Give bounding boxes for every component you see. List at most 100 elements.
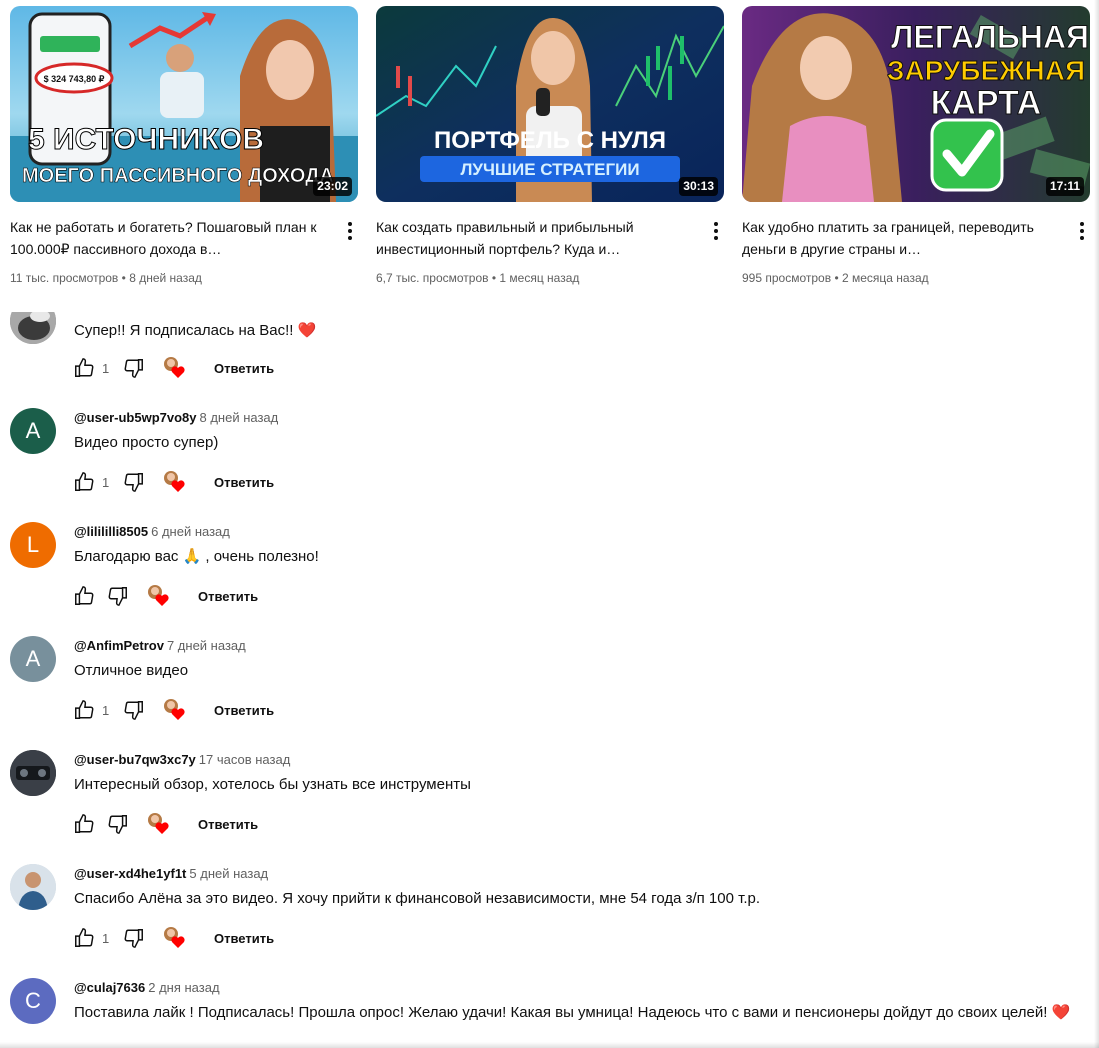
video-thumbnail[interactable]: ЛЕГАЛЬНАЯ ЗАРУБЕЖНАЯ КАРТА 17:11 — [742, 6, 1090, 202]
avatar-letter: A — [25, 646, 41, 671]
comment-time[interactable]: 8 дней назад — [200, 410, 279, 425]
thumbs-down-icon[interactable] — [122, 926, 146, 950]
thumbs-up-icon[interactable] — [72, 470, 96, 494]
svg-text:ЛЕГАЛЬНАЯ: ЛЕГАЛЬНАЯ — [891, 19, 1089, 55]
avatar[interactable]: L — [10, 522, 56, 568]
comment-header: @lilililli8505 6 дней назад — [74, 524, 230, 539]
thumbs-up-icon[interactable] — [72, 356, 96, 380]
thumbs-down-icon[interactable] — [106, 812, 130, 836]
comment-text: Благодарю вас 🙏 , очень полезно! — [74, 548, 319, 565]
comment-author[interactable]: @user-bu7qw3xc7y — [74, 752, 196, 767]
comment-author[interactable]: @AnfimPetrov — [74, 638, 164, 653]
avatar[interactable] — [10, 312, 56, 344]
thumbs-up-icon[interactable] — [72, 698, 96, 722]
avatar[interactable]: A — [10, 408, 56, 454]
comment-header: @culaj7636 2 дня назад — [74, 980, 220, 995]
video-thumbnail[interactable]: $ 324 743,80 ₽ 5 ИСТОЧНИКОВ МОЕГО ПАССИВ… — [10, 6, 358, 202]
video-views: 6,7 тыс. просмотров — [376, 271, 489, 285]
creator-heart-icon — [162, 698, 188, 722]
video-age: 8 дней назад — [129, 271, 202, 285]
svg-text:КАРТА: КАРТА — [931, 84, 1042, 122]
comment-author[interactable]: @lilililli8505 — [74, 524, 148, 539]
comment-text: Отличное видео — [74, 662, 189, 679]
video-card[interactable]: $ 324 743,80 ₽ 5 ИСТОЧНИКОВ МОЕГО ПАССИВ… — [10, 6, 358, 285]
reply-button[interactable]: Ответить — [198, 817, 258, 832]
video-views: 11 тыс. просмотров — [10, 271, 119, 285]
thumbs-up-icon[interactable] — [72, 812, 96, 836]
like-count: 1 — [102, 702, 110, 718]
video-title[interactable]: Как удобно платить за границей, переводи… — [742, 216, 1060, 260]
comment-header: @user-xd4he1yf1t 5 дней назад — [74, 866, 268, 881]
comment-header: @user-ub5wp7vo8y 8 дней назад — [74, 410, 278, 425]
comment-actions: 1 Ответить — [72, 355, 274, 381]
comment: L @lilililli8505 6 дней назад Благодарю в… — [0, 522, 1099, 636]
comment-time[interactable]: 7 дней назад — [167, 638, 246, 653]
video-title[interactable]: Как создать правильный и прибыльный инве… — [376, 216, 694, 260]
more-options-icon[interactable] — [710, 220, 722, 240]
comment-actions: Ответить — [72, 583, 258, 609]
comment-actions: 1 Ответить — [72, 697, 274, 723]
svg-text:МОЕГО ПАССИВНОГО ДОХОДА: МОЕГО ПАССИВНОГО ДОХОДА — [22, 165, 334, 187]
thumbnail-image: ПОРТФЕЛЬ С НУЛЯ ЛУЧШИЕ СТРАТЕГИИ — [376, 6, 724, 202]
comment-time[interactable]: 6 дней назад — [151, 524, 230, 539]
comment-author[interactable]: @user-xd4he1yf1t — [74, 866, 186, 881]
more-options-icon[interactable] — [344, 220, 356, 240]
comment-author[interactable]: @user-ub5wp7vo8y — [74, 410, 197, 425]
thumbs-down-icon[interactable] — [122, 470, 146, 494]
avatar[interactable]: C — [10, 978, 56, 1024]
avatar-letter: A — [25, 418, 41, 443]
video-age: 2 месяца назад — [841, 271, 929, 285]
comment: A @AnfimPetrov 7 дней назад Отличное виде… — [0, 636, 1099, 750]
video-thumbnail[interactable]: ПОРТФЕЛЬ С НУЛЯ ЛУЧШИЕ СТРАТЕГИИ 30:13 — [376, 6, 724, 202]
comment-text: Супер!! Я подписалась на Вас!! ❤️ — [74, 322, 317, 339]
more-options-icon[interactable] — [1076, 220, 1088, 240]
thumbnail-image: $ 324 743,80 ₽ 5 ИСТОЧНИКОВ МОЕГО ПАССИВ… — [10, 6, 358, 202]
comment-author[interactable]: @culaj7636 — [74, 980, 145, 995]
comment-text: Видео просто супер) — [74, 434, 219, 451]
comment-header: @AnfimPetrov 7 дней назад — [74, 638, 246, 653]
creator-heart-icon — [162, 470, 188, 494]
related-videos: $ 324 743,80 ₽ 5 ИСТОЧНИКОВ МОЕГО ПАССИВ… — [0, 0, 1099, 312]
svg-text:ЛУЧШИЕ СТРАТЕГИИ: ЛУЧШИЕ СТРАТЕГИИ — [460, 160, 639, 179]
comments-section: Супер!! Я подписалась на Вас!! ❤️ 1 Отве… — [0, 312, 1099, 1048]
svg-text:$ 324 743,80 ₽: $ 324 743,80 ₽ — [44, 74, 105, 84]
creator-heart-icon — [162, 356, 188, 380]
comment-text: Поставила лайк ! Подписалась! Прошла опр… — [74, 1004, 1071, 1021]
video-duration: 30:13 — [679, 177, 718, 196]
comment: @user-bu7qw3xc7y 17 часов назад Интересны… — [0, 750, 1099, 864]
video-metadata: 6,7 тыс. просмотров • 1 месяц назад — [376, 271, 579, 285]
avatar-letter: C — [25, 988, 41, 1013]
comment-time[interactable]: 5 дней назад — [189, 866, 268, 881]
video-age: 1 месяц назад — [499, 271, 580, 285]
reply-button[interactable]: Ответить — [198, 589, 258, 604]
comment-actions: 1 Ответить — [72, 469, 274, 495]
thumbs-down-icon[interactable] — [122, 698, 146, 722]
thumbs-down-icon[interactable] — [106, 584, 130, 608]
video-title[interactable]: Как не работать и богатеть? Пошаговый пл… — [10, 216, 328, 260]
comment-text: Интересный обзор, хотелось бы узнать все… — [74, 776, 471, 793]
svg-text:5 ИСТОЧНИКОВ: 5 ИСТОЧНИКОВ — [28, 123, 264, 156]
video-card[interactable]: ЛЕГАЛЬНАЯ ЗАРУБЕЖНАЯ КАРТА 17:11 Как удо… — [742, 6, 1090, 285]
comment-time[interactable]: 2 дня назад — [148, 980, 219, 995]
thumbs-down-icon[interactable] — [122, 356, 146, 380]
avatar[interactable]: A — [10, 636, 56, 682]
video-metadata: 11 тыс. просмотров • 8 дней назад — [10, 271, 202, 285]
thumbs-up-icon[interactable] — [72, 926, 96, 950]
creator-heart-icon — [146, 584, 172, 608]
reply-button[interactable]: Ответить — [214, 931, 274, 946]
video-metadata: 995 просмотров • 2 месяца назад — [742, 271, 929, 285]
reply-button[interactable]: Ответить — [214, 703, 274, 718]
creator-heart-icon — [162, 926, 188, 950]
video-card[interactable]: ПОРТФЕЛЬ С НУЛЯ ЛУЧШИЕ СТРАТЕГИИ 30:13 К… — [376, 6, 724, 285]
reply-button[interactable]: Ответить — [214, 361, 274, 376]
reply-button[interactable]: Ответить — [214, 475, 274, 490]
svg-text:ЗАРУБЕЖНАЯ: ЗАРУБЕЖНАЯ — [887, 55, 1085, 86]
like-count: 1 — [102, 930, 110, 946]
comment-time[interactable]: 17 часов назад — [199, 752, 291, 767]
avatar[interactable] — [10, 750, 56, 796]
avatar[interactable] — [10, 864, 56, 910]
like-count: 1 — [102, 360, 110, 376]
creator-heart-icon — [146, 812, 172, 836]
svg-text:ПОРТФЕЛЬ С НУЛЯ: ПОРТФЕЛЬ С НУЛЯ — [434, 127, 666, 154]
thumbs-up-icon[interactable] — [72, 584, 96, 608]
